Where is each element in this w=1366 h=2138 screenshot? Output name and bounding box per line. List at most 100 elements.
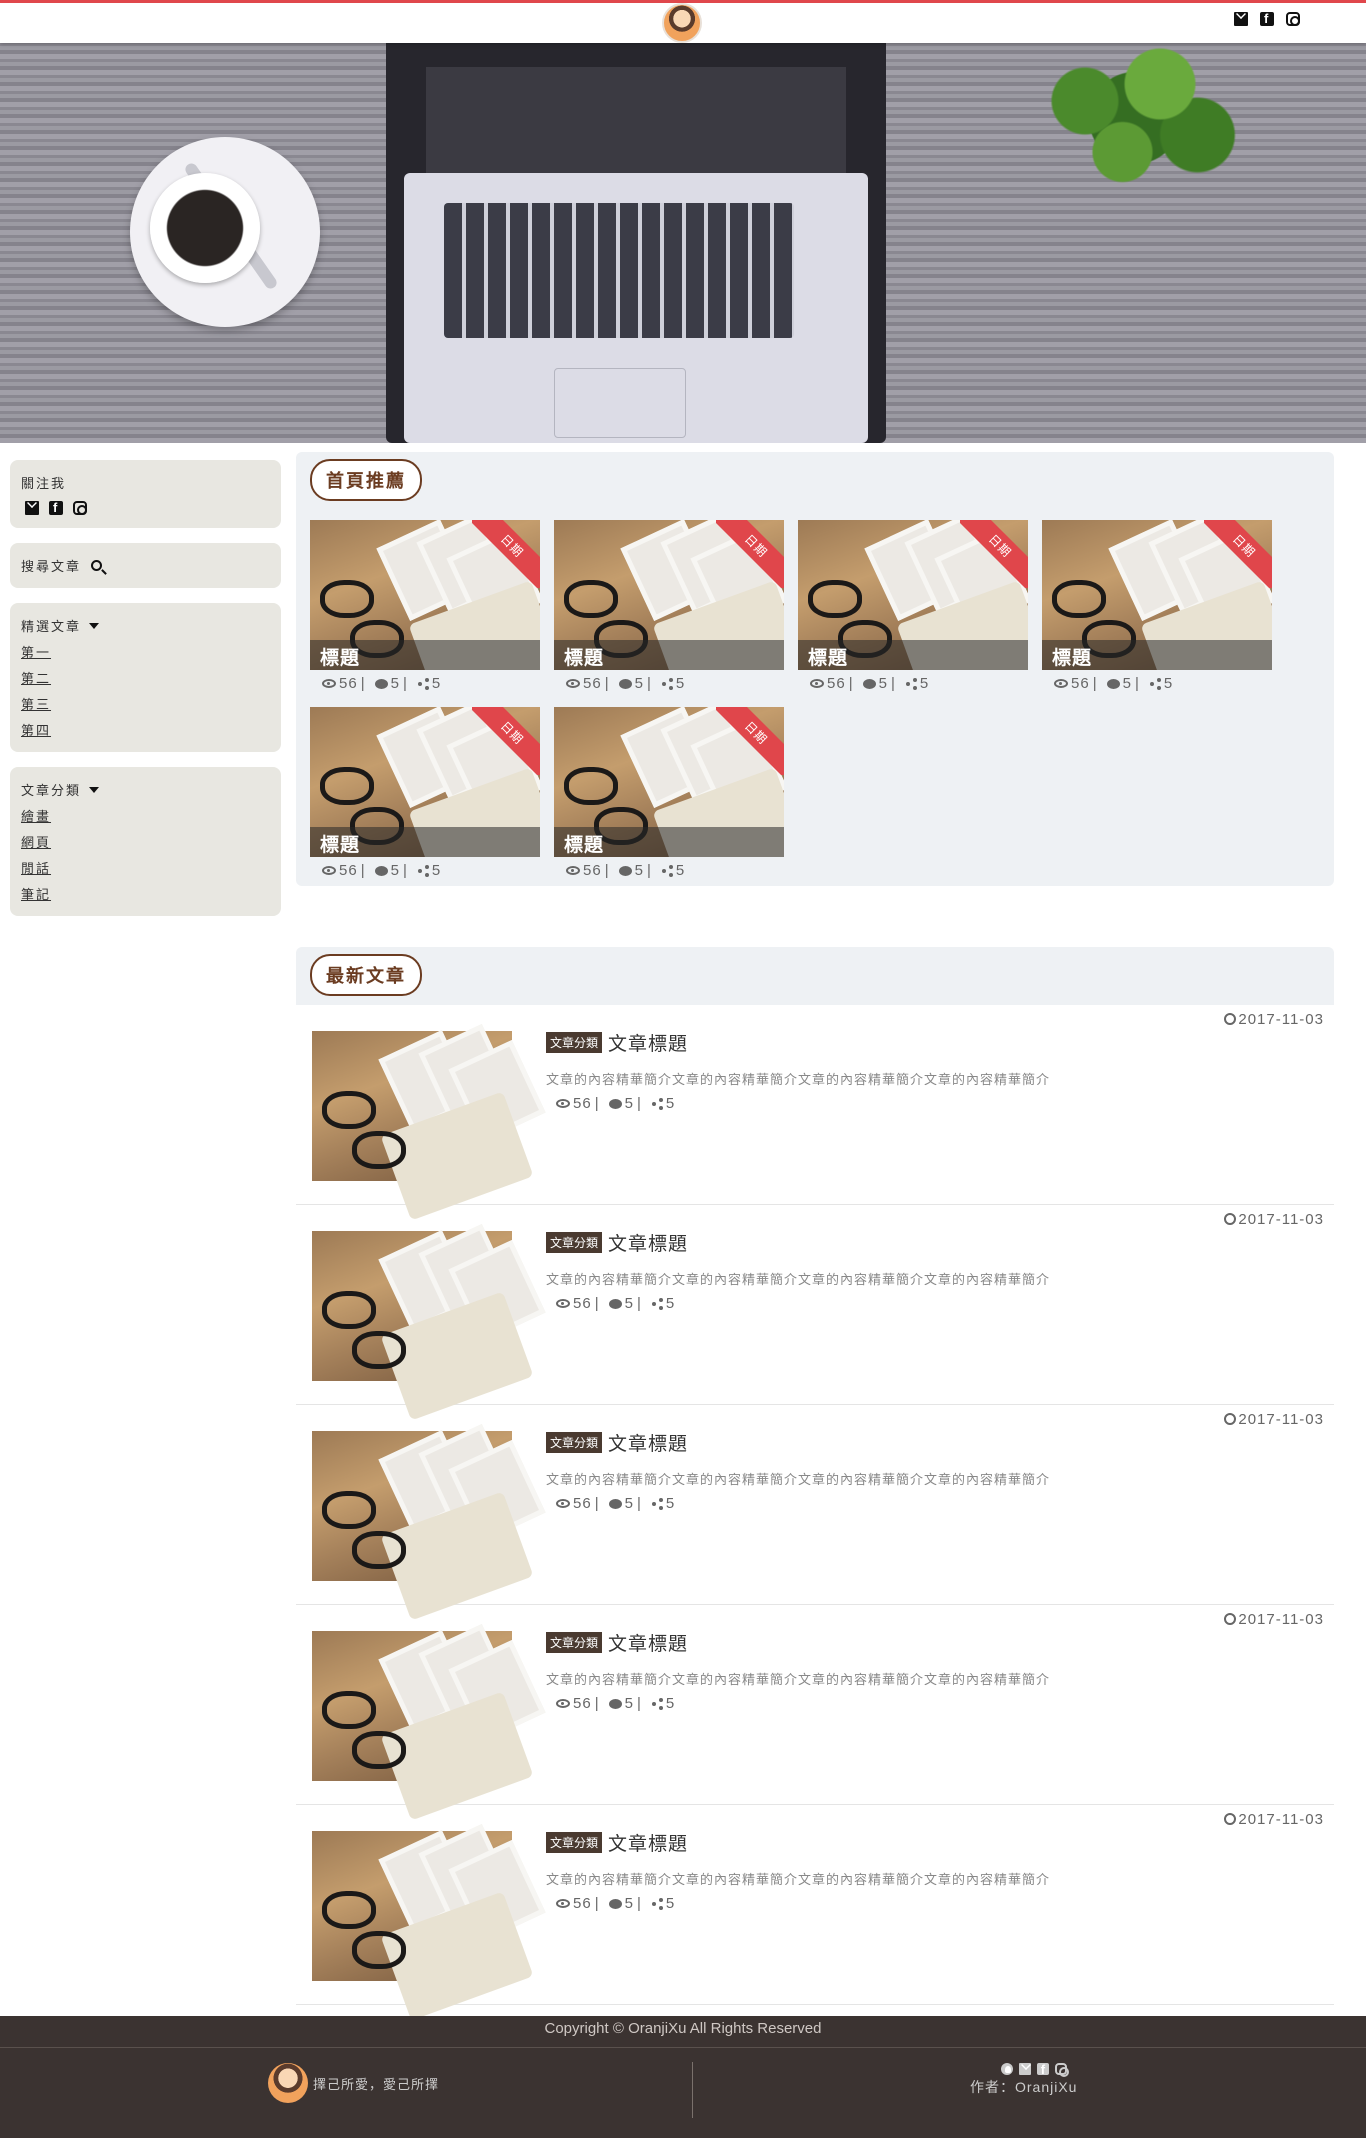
search-icon[interactable]: [91, 560, 103, 571]
post-item[interactable]: 2017-11-03 文章分類 文章標題 文章的內容精華簡介文章的內容精華簡介文章的內…: [296, 1805, 1334, 2021]
post-item[interactable]: 2017-11-03 文章分類 文章標題 文章的內容精華簡介文章的內容精華簡介文章的內…: [296, 1005, 1334, 1221]
recommended-card[interactable]: 日期標題: [310, 707, 540, 857]
eye-icon: [556, 1699, 570, 1708]
share-icon: [651, 1898, 663, 1910]
featured-link[interactable]: 第三: [21, 694, 270, 713]
date-ribbon: 日期: [716, 520, 784, 588]
caret-down-icon[interactable]: [89, 622, 100, 629]
post-item[interactable]: 2017-11-03 文章分類 文章標題文章的內容精華簡介文章的內容精華簡介文章的內…: [296, 1205, 1334, 1421]
date-ribbon: 日期: [472, 520, 540, 588]
post-thumbnail[interactable]: [312, 1823, 546, 2021]
share-count: 5: [431, 862, 442, 879]
mail-icon[interactable]: [1234, 12, 1248, 26]
recommended-card[interactable]: 日期標題: [310, 520, 540, 670]
post-thumbnail[interactable]: [312, 1623, 546, 1821]
post-thumbnail[interactable]: [312, 1023, 546, 1221]
card-caption[interactable]: 標題: [554, 827, 784, 857]
comment-icon: [608, 1098, 622, 1109]
mail-icon[interactable]: [1018, 2063, 1031, 2075]
post-title[interactable]: 文章標題: [608, 1229, 688, 1256]
post-category[interactable]: 文章分類: [546, 1832, 603, 1853]
clock-icon: [1224, 1013, 1237, 1025]
eye-icon: [556, 1899, 570, 1908]
share-icon: [417, 865, 429, 877]
card-caption[interactable]: 標題: [310, 827, 540, 857]
post-item[interactable]: 2017-11-03 文章分類 文章標題 文章的內容精華簡介文章的內容精華簡介文章的內…: [296, 1605, 1334, 1821]
mail-icon[interactable]: [25, 501, 39, 515]
footer-slogan: 擇己所愛，愛己所擇: [313, 2076, 440, 2092]
instagram-icon[interactable]: [73, 501, 87, 515]
section-title: 首頁推薦: [310, 459, 422, 501]
post-title[interactable]: 文章標題: [608, 1029, 688, 1056]
eye-icon: [322, 679, 336, 688]
instagram-icon[interactable]: [1054, 2063, 1069, 2077]
search-box[interactable]: 搜尋文章: [10, 543, 281, 588]
comment-count: 5: [624, 1095, 634, 1112]
view-count: 56: [1071, 675, 1090, 692]
post-thumbnail[interactable]: [312, 1423, 546, 1621]
github-icon[interactable]: [1000, 2063, 1013, 2075]
clock-icon: [1224, 1213, 1237, 1225]
comment-icon: [608, 1698, 622, 1709]
recommended-card[interactable]: 日期 標題: [554, 707, 784, 857]
featured-link[interactable]: 第一: [21, 642, 270, 661]
eye-icon: [810, 679, 824, 688]
category-link[interactable]: 網頁: [21, 832, 270, 851]
post-category[interactable]: 文章分類: [546, 1632, 603, 1653]
view-count: 56: [573, 1495, 592, 1512]
post-title[interactable]: 文章標題: [608, 1629, 688, 1656]
comment-count: 5: [624, 1295, 634, 1312]
search-label[interactable]: 搜尋文章: [21, 556, 81, 575]
comment-count: 5: [634, 675, 644, 692]
post-category[interactable]: 文章分類: [546, 1232, 603, 1253]
post-title[interactable]: 文章標題: [608, 1829, 688, 1856]
facebook-icon[interactable]: [1036, 2062, 1049, 2077]
post-stats: 56 | 5 | 5: [556, 1495, 675, 1512]
post-date-wrap: 2017-11-03: [1224, 1411, 1324, 1428]
featured-link[interactable]: 第二: [21, 668, 270, 687]
comment-icon: [374, 678, 388, 689]
card-caption[interactable]: 標題: [310, 640, 540, 670]
category-link[interactable]: 繪畫: [21, 806, 270, 825]
post-category[interactable]: 文章分類: [546, 1032, 603, 1053]
follow-box: 關注我: [10, 460, 281, 528]
caret-down-icon[interactable]: [89, 786, 100, 793]
facebook-icon[interactable]: [49, 500, 63, 515]
featured-box: 精選文章 第一 第二 第三 第四: [10, 603, 281, 752]
card-caption[interactable]: 標題: [554, 640, 784, 670]
instagram-icon[interactable]: [1286, 12, 1300, 26]
post-category[interactable]: 文章分類: [546, 1432, 603, 1453]
view-count: 56: [583, 675, 602, 692]
post-date-wrap: 2017-11-03: [1224, 1611, 1324, 1628]
top-navbar: [0, 0, 1366, 43]
share-icon: [661, 678, 673, 690]
post-thumbnail[interactable]: [312, 1223, 546, 1421]
featured-label[interactable]: 精選文章: [21, 616, 81, 635]
post-date: 2017-11-03: [1238, 1411, 1324, 1428]
recommended-card[interactable]: 日期標題: [798, 520, 1028, 670]
category-label[interactable]: 文章分類: [21, 780, 81, 799]
eye-icon: [1054, 679, 1068, 688]
share-count: 5: [665, 1495, 676, 1512]
post-date: 2017-11-03: [1238, 1211, 1324, 1228]
category-link[interactable]: 筆記: [21, 884, 270, 903]
comment-count: 5: [624, 1495, 634, 1512]
site-logo[interactable]: [662, 3, 702, 43]
category-link[interactable]: 閒話: [21, 858, 270, 877]
latest-header: 最新文章: [296, 947, 1334, 1005]
card-caption[interactable]: 標題: [1042, 640, 1272, 670]
featured-link[interactable]: 第四: [21, 720, 270, 739]
recommended-card[interactable]: 日期 標題: [1042, 520, 1272, 670]
footer-logo: [268, 2063, 308, 2103]
card-caption[interactable]: 標題: [798, 640, 1028, 670]
recommended-card[interactable]: 日期標題: [554, 520, 784, 670]
date-ribbon: 日期: [472, 707, 540, 775]
category-box: 文章分類 繪畫 網頁 閒話 筆記: [10, 767, 281, 916]
facebook-icon[interactable]: [1260, 11, 1274, 26]
post-title[interactable]: 文章標題: [608, 1429, 688, 1456]
comment-count: 5: [624, 1695, 634, 1712]
share-icon: [651, 1498, 663, 1510]
post-description: 文章的內容精華簡介文章的內容精華簡介文章的內容精華簡介文章的內容精華簡介: [546, 1272, 1051, 1287]
date-ribbon: 日期: [960, 520, 1028, 588]
post-item[interactable]: 2017-11-03 文章分類 文章標題 文章的內容精華簡介文章的內容精華簡介文章的內…: [296, 1405, 1334, 1621]
